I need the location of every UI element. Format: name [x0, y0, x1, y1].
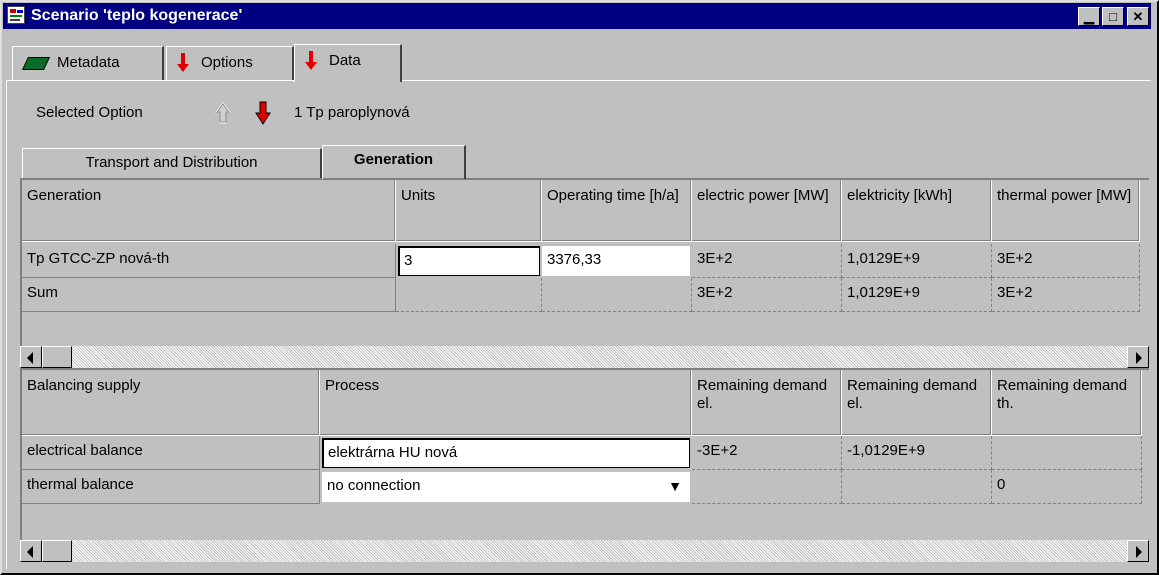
selected-option-label: Selected Option [36, 104, 143, 121]
row-header[interactable]: Sum [22, 278, 396, 312]
balancing-grid: Balancing supply Process Remaining deman… [20, 368, 1149, 540]
column-header[interactable]: Generation [22, 180, 396, 242]
process-dropdown-value: no connection [327, 477, 421, 494]
row-header[interactable]: thermal balance [22, 470, 320, 504]
scroll-left-button[interactable] [20, 346, 42, 368]
red-down-arrow-icon [177, 53, 189, 73]
table-cell: 3E+2 [692, 278, 842, 312]
column-header[interactable]: elektricity [kWh] [842, 180, 992, 242]
tab-transport-and-distribution[interactable]: Transport and Distribution [22, 148, 322, 178]
tab-options-label: Options [201, 54, 253, 72]
scroll-left-button[interactable] [20, 540, 42, 562]
selected-option-value: 1 Tp paroplynová [294, 104, 410, 121]
chevron-left-icon [27, 546, 33, 558]
table-cell [396, 278, 542, 312]
table-cell: 3E+2 [992, 244, 1140, 278]
column-header[interactable]: thermal power [MW] [992, 180, 1140, 242]
book-icon [21, 55, 51, 71]
arrow-up-icon[interactable] [215, 102, 231, 124]
app-icon [7, 6, 25, 24]
table-cell: 0 [992, 470, 1142, 504]
horizontal-scrollbar[interactable] [20, 540, 1149, 562]
chevron-left-icon [27, 352, 33, 364]
process-dropdown[interactable]: no connection ▼ [322, 472, 690, 502]
scrollbar-thumb[interactable] [42, 346, 72, 368]
process-input[interactable]: elektrárna HU nová [322, 438, 690, 468]
table-cell: 1,0129E+9 [842, 278, 992, 312]
tab-data[interactable]: Data [294, 44, 402, 82]
arrow-down-icon[interactable] [255, 101, 271, 125]
table-cell: 1,0129E+9 [842, 244, 992, 278]
table-cell: 3E+2 [692, 244, 842, 278]
table-cell: 3E+2 [992, 278, 1140, 312]
horizontal-scrollbar[interactable] [20, 346, 1149, 368]
column-header[interactable]: Process [320, 370, 692, 436]
tab-data-label: Data [329, 52, 361, 70]
column-header[interactable]: Balancing supply [22, 370, 320, 436]
table-cell [842, 470, 992, 504]
window-title: Scenario 'teplo kogenerace' [31, 7, 243, 24]
table-cell [992, 436, 1142, 470]
scrollbar-thumb[interactable] [42, 540, 72, 562]
table-cell [542, 278, 692, 312]
scroll-right-button[interactable] [1127, 540, 1149, 562]
tab-generation[interactable]: Generation [322, 145, 466, 179]
table-cell: -3E+2 [692, 436, 842, 470]
title-bar[interactable]: Scenario 'teplo kogenerace' ▁ □ ✕ [3, 3, 1151, 29]
table-cell: -1,0129E+9 [842, 436, 992, 470]
chevron-right-icon [1136, 546, 1142, 558]
maximize-button[interactable]: □ [1102, 7, 1124, 26]
tab-metadata[interactable]: Metadata [12, 46, 164, 80]
operating-time-input[interactable]: 3376,33 [542, 246, 690, 276]
minimize-button[interactable]: ▁ [1078, 7, 1100, 26]
tab-options[interactable]: Options [166, 46, 294, 80]
column-header[interactable]: Remaining demand el. [692, 370, 842, 436]
column-header[interactable]: Operating time [h/a] [542, 180, 692, 242]
table-cell [692, 470, 842, 504]
column-header[interactable]: Remaining demand el. [842, 370, 992, 436]
row-header[interactable]: Tp GTCC-ZP nová-th [22, 244, 396, 278]
row-header[interactable]: electrical balance [22, 436, 320, 470]
dropdown-arrow-icon[interactable]: ▼ [668, 472, 682, 500]
tab-metadata-label: Metadata [57, 54, 120, 72]
scroll-right-button[interactable] [1127, 346, 1149, 368]
units-input[interactable]: 3 [398, 246, 540, 276]
column-header[interactable]: electric power [MW] [692, 180, 842, 242]
column-header[interactable]: Remaining demand th. [992, 370, 1142, 436]
chevron-right-icon [1136, 352, 1142, 364]
close-button[interactable]: ✕ [1127, 7, 1149, 26]
column-header[interactable]: Units [396, 180, 542, 242]
red-down-arrow-icon [305, 51, 317, 71]
generation-grid: Generation Units Operating time [h/a] el… [20, 178, 1149, 346]
